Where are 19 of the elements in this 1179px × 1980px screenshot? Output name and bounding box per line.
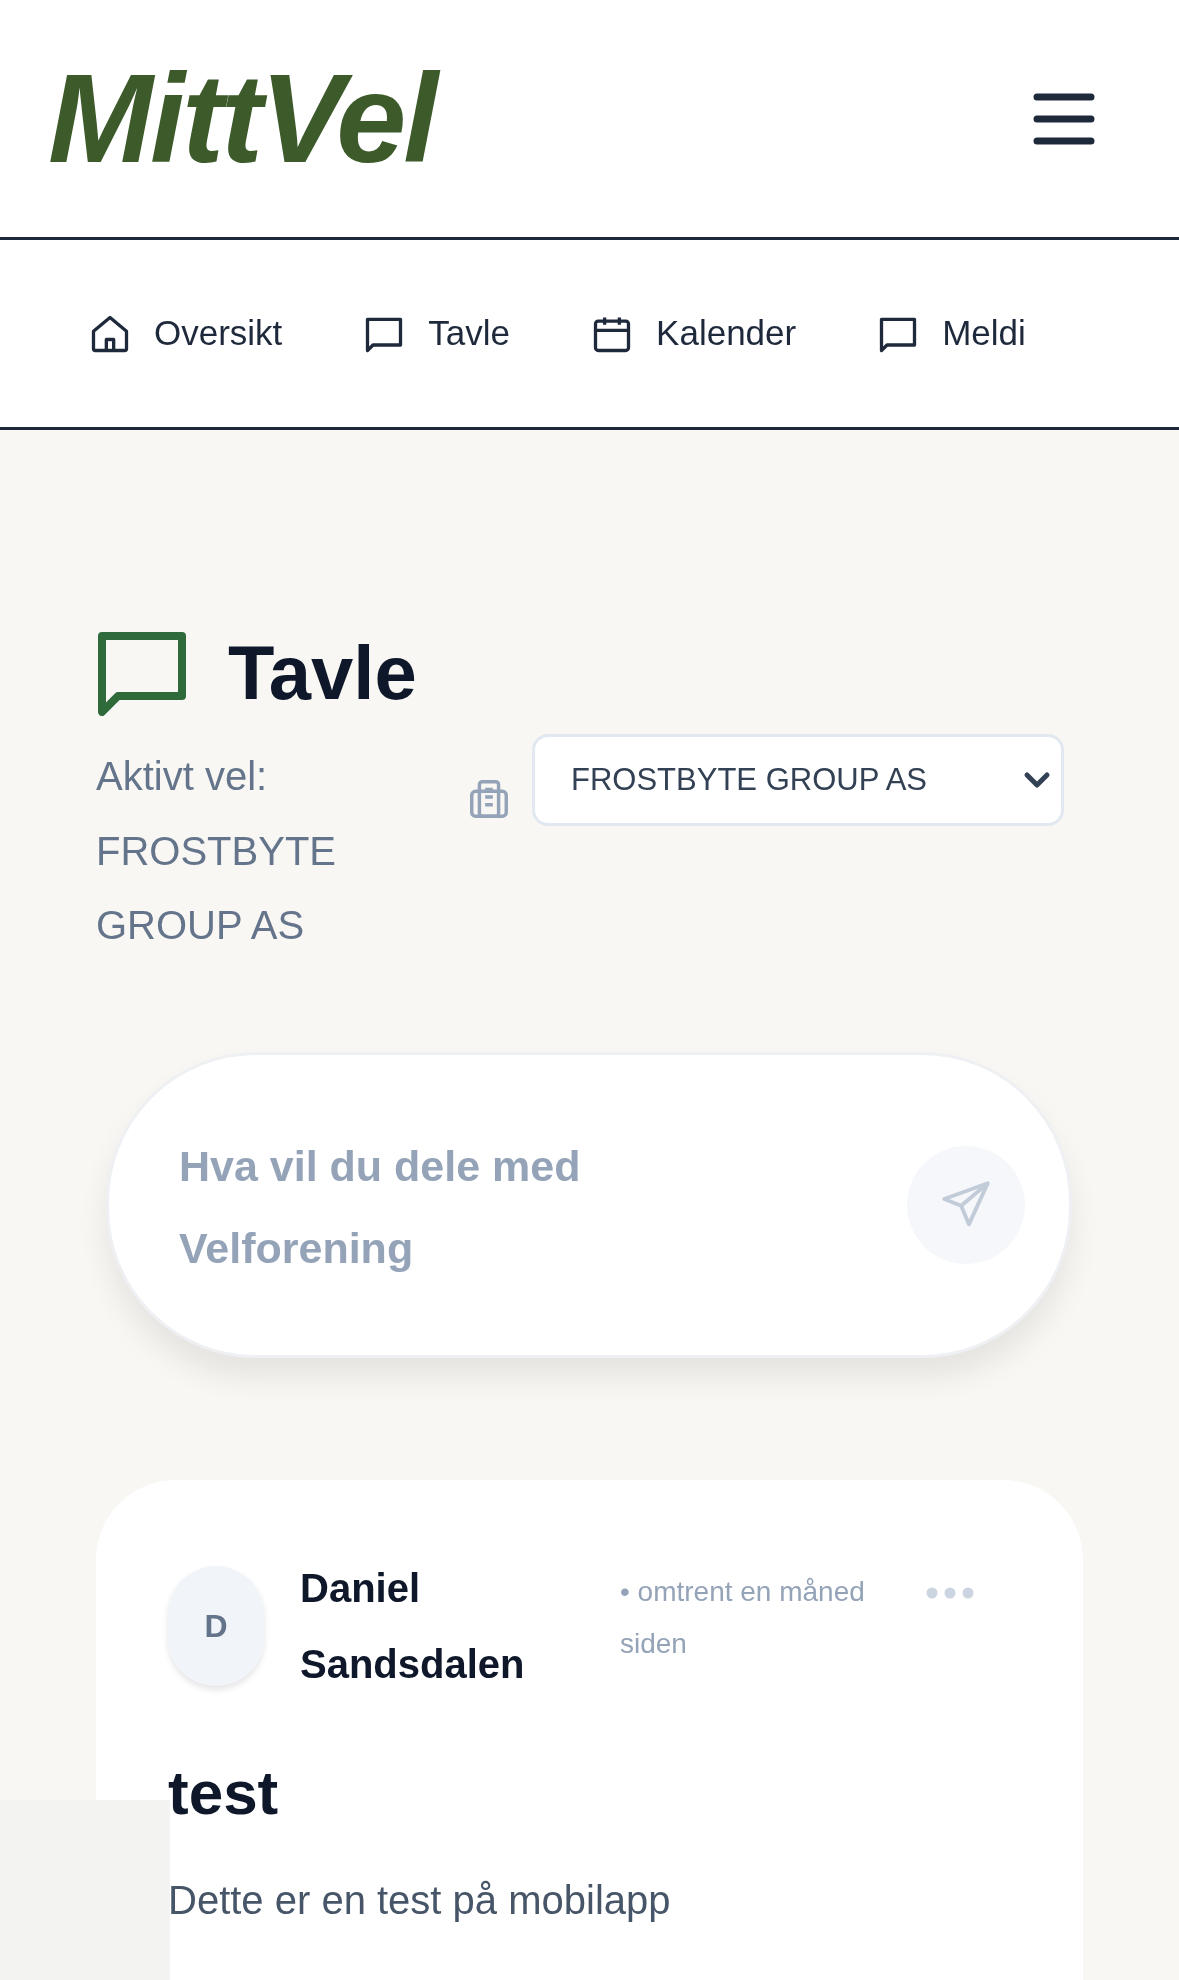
chevron-down-icon	[1023, 770, 1051, 790]
post-time: • omtrent en måned siden	[620, 1575, 866, 1661]
avatar: D	[168, 1566, 264, 1686]
page-title: Tavle	[228, 635, 417, 711]
nav-link[interactable]: Oversikt	[88, 307, 283, 360]
association-select[interactable]: FROSTBYTE GROUP AS	[532, 734, 1064, 826]
active-association-name: FROSTBYTE GROUP AS	[96, 828, 338, 949]
nav-link[interactable]: Tavle	[362, 307, 511, 360]
post-input-field[interactable]: Hva vil du dele med Velforening	[179, 1125, 819, 1285]
active-label: Aktivt vel:	[96, 753, 269, 800]
mittvel-logo[interactable]: MittVel	[48, 55, 456, 182]
post-composer[interactable]: Hva vil du dele med Velforening	[106, 1052, 1072, 1358]
nav-link[interactable]: Kalender	[590, 307, 797, 360]
more-options-icon[interactable]	[926, 1586, 974, 1600]
post-title: test	[168, 1762, 280, 1824]
chat-bubble-icon	[96, 630, 188, 716]
nav-link[interactable]: Meldi	[876, 307, 1026, 360]
author-name: Daniel Sandsdalen	[300, 1565, 526, 1688]
post-body: Dette er en test på mobilapp	[168, 1880, 672, 1920]
